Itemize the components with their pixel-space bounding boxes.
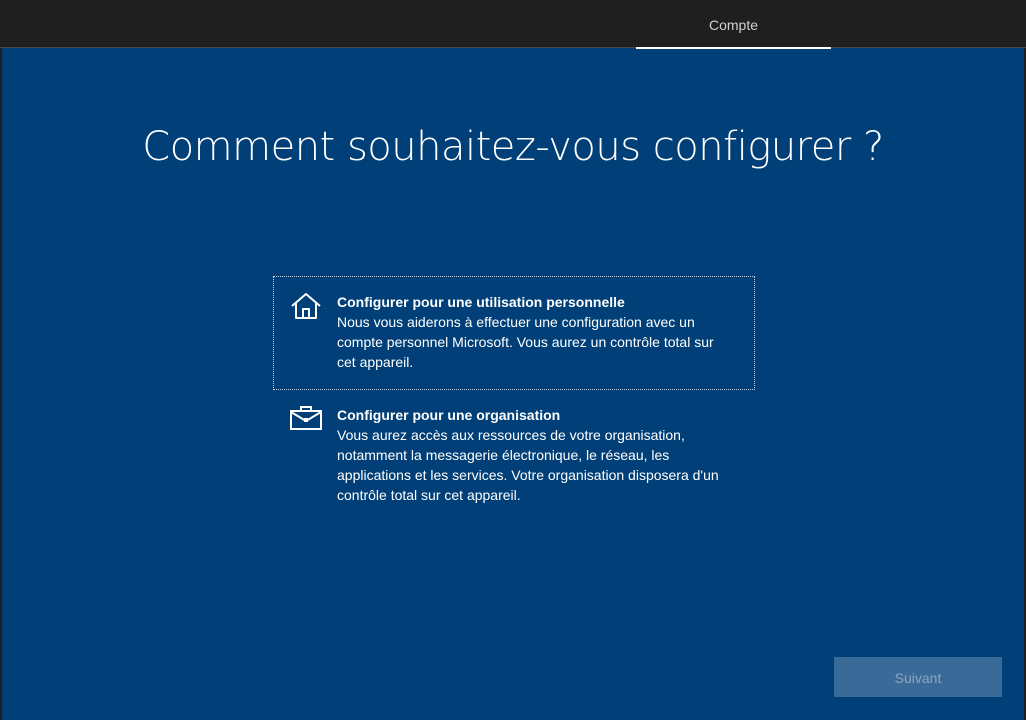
- option-personal-description: Nous vous aiderons à effectuer une confi…: [337, 314, 714, 370]
- oobe-window: Compte Comment souhaitez-vous configurer…: [0, 0, 1026, 720]
- option-organization-title: Configurer pour une organisation: [337, 407, 561, 423]
- page-title: Comment souhaitez-vous configurer ?: [142, 124, 884, 170]
- tab-active-indicator: [636, 47, 831, 49]
- next-button[interactable]: Suivant: [834, 657, 1002, 697]
- tab-account[interactable]: Compte: [636, 0, 831, 49]
- option-organization-description: Vous aurez accès aux ressources de votre…: [337, 427, 719, 503]
- briefcase-icon: [289, 403, 323, 433]
- tab-account-label: Compte: [708, 17, 759, 33]
- top-bar: Compte: [0, 0, 1026, 49]
- option-personal-use[interactable]: Configurer pour une utilisation personne…: [273, 276, 755, 390]
- home-icon: [289, 291, 323, 321]
- option-organization[interactable]: Configurer pour une organisation Vous au…: [274, 389, 754, 519]
- option-personal-title: Configurer pour une utilisation personne…: [337, 294, 625, 310]
